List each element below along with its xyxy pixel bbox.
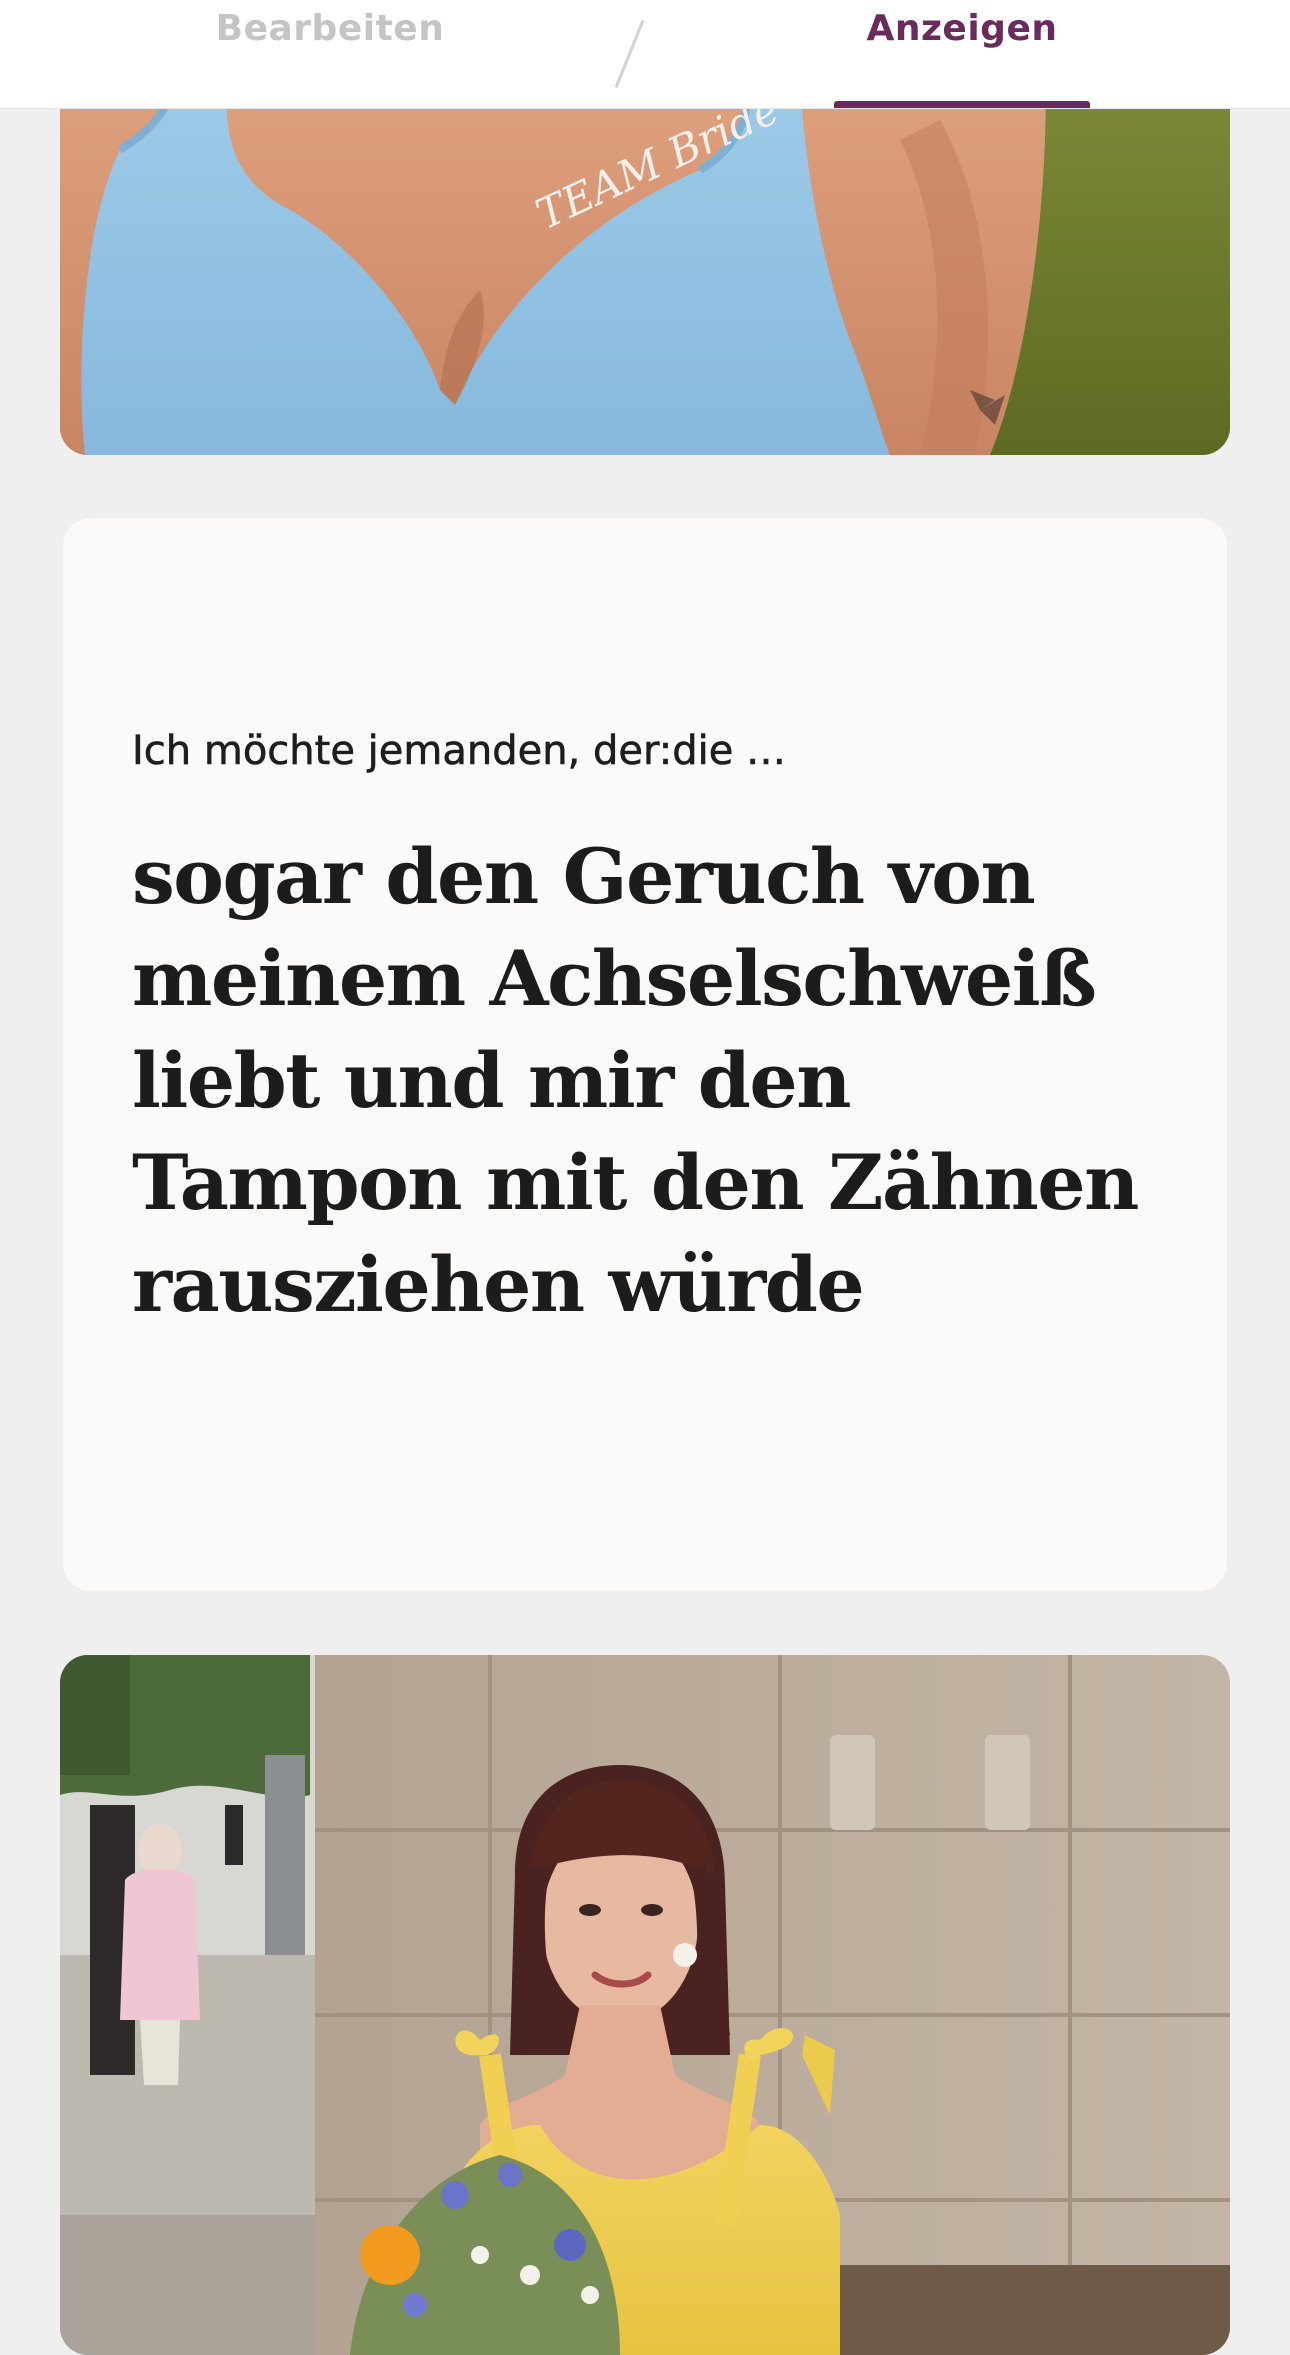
prompt-question: Ich möchte jemanden, der:die … [132, 728, 787, 775]
tab-show-label: Anzeigen [866, 8, 1058, 49]
profile-photo-1[interactable]: TEAM Bride [60, 60, 1230, 455]
tab-divider [614, 20, 645, 88]
tab-edit[interactable]: Bearbeiten [120, 0, 540, 108]
tab-show[interactable]: Anzeigen [834, 0, 1090, 108]
profile-photo-2[interactable] [60, 1655, 1230, 2355]
profile-photo-1-image: TEAM Bride [60, 60, 1230, 455]
edit-show-tab-bar: Bearbeiten Anzeigen [0, 0, 1290, 109]
active-tab-indicator [834, 101, 1090, 108]
prompt-card[interactable]: Ich möchte jemanden, der:die … sogar den… [63, 518, 1227, 1591]
profile-photo-2-image [60, 1655, 1230, 2355]
tab-edit-label: Bearbeiten [215, 8, 445, 49]
prompt-answer: sogar den Geruch von meinem Achselschwei… [132, 832, 1139, 1329]
